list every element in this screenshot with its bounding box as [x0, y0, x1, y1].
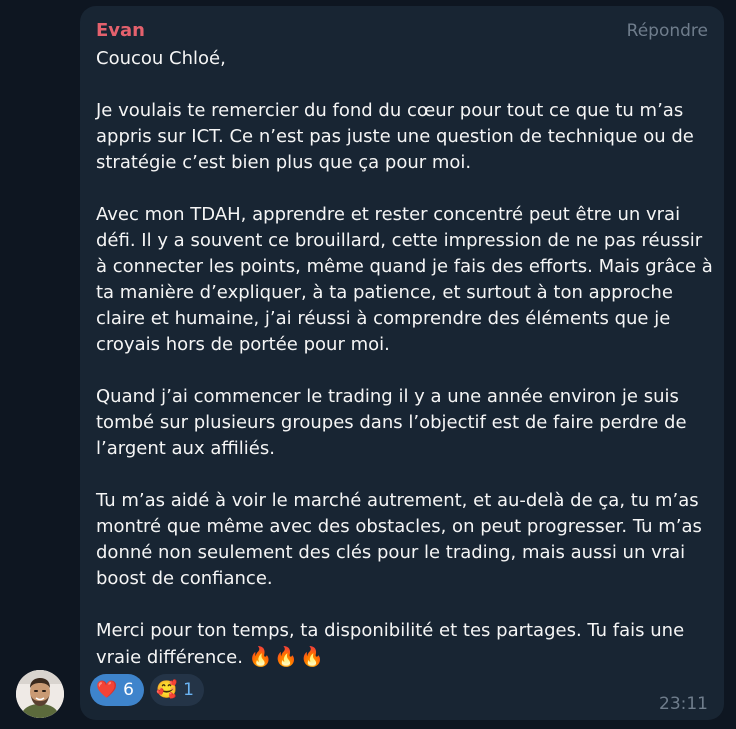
text-line: Tu m’as aidé à voir le marché autrement,… [96, 490, 699, 511]
sender-name[interactable]: Evan [96, 20, 145, 42]
text-line: claire et humaine, j’ai réussi à compren… [96, 308, 671, 329]
reaction-smiling-hearts[interactable]: 🥰 1 [150, 674, 204, 706]
paragraph-3: Avec mon TDAH, apprendre et rester conce… [96, 202, 714, 358]
text-line: donné non seulement des clés pour le tra… [96, 542, 686, 563]
user-avatar-photo-icon [16, 670, 64, 718]
text-line: montré que même avec des obstacles, on p… [96, 516, 702, 537]
message-text: Coucou Chloé, Je voulais te remercier du… [96, 46, 714, 671]
text-line: appris sur ICT. Ce n’est pas juste une q… [96, 126, 694, 147]
text-line: Avec mon TDAH, apprendre et rester conce… [96, 204, 681, 225]
text-line: Merci pour ton temps, ta disponibilité e… [96, 620, 685, 641]
reaction-count: 1 [183, 680, 194, 700]
text-line: défi. Il y a souvent ce brouillard, cett… [96, 230, 703, 251]
message-bubble[interactable]: Evan Répondre Coucou Chloé, Je voulais t… [80, 6, 724, 720]
text-line-with-emoji: vraie différence. 🔥🔥🔥 [96, 644, 714, 671]
paragraph-1: Coucou Chloé, [96, 46, 714, 72]
text-line: Coucou Chloé, [96, 48, 226, 69]
reply-button[interactable]: Répondre [627, 20, 708, 42]
paragraph-6: Merci pour ton temps, ta disponibilité e… [96, 618, 714, 671]
text-line: tombé sur plusieurs groupes dans l’objec… [96, 412, 687, 433]
text-line: boost de confiance. [96, 568, 273, 589]
fire-emoji: 🔥🔥🔥 [248, 646, 326, 668]
message-timestamp: 23:11 [659, 694, 708, 714]
chat-view: Evan Répondre Coucou Chloé, Je voulais t… [0, 0, 736, 729]
paragraph-2: Je voulais te remercier du fond du cœur … [96, 98, 714, 176]
text-line: croyais hors de portée pour moi. [96, 334, 390, 355]
reaction-count: 6 [123, 680, 134, 700]
avatar[interactable] [16, 670, 64, 718]
reaction-heart[interactable]: ❤️ 6 [90, 674, 144, 706]
text-line: Quand j’ai commencer le trading il y a u… [96, 386, 679, 407]
text-line: l’argent aux affiliés. [96, 438, 275, 459]
text-line: ta manière d’expliquer, à ta patience, e… [96, 282, 673, 303]
reactions-bar: ❤️ 6 🥰 1 [90, 674, 204, 706]
paragraph-4: Quand j’ai commencer le trading il y a u… [96, 384, 714, 462]
text-line: à connecter les points, même quand je fa… [96, 256, 713, 277]
paragraph-5: Tu m’as aidé à voir le marché autrement,… [96, 488, 714, 592]
heart-icon: ❤️ [96, 680, 118, 700]
text-line: stratégie c’est bien plus que ça pour mo… [96, 152, 472, 173]
text-line: vraie différence. [96, 647, 243, 668]
text-line: Je voulais te remercier du fond du cœur … [96, 100, 684, 121]
smiling-face-hearts-icon: 🥰 [156, 680, 178, 700]
